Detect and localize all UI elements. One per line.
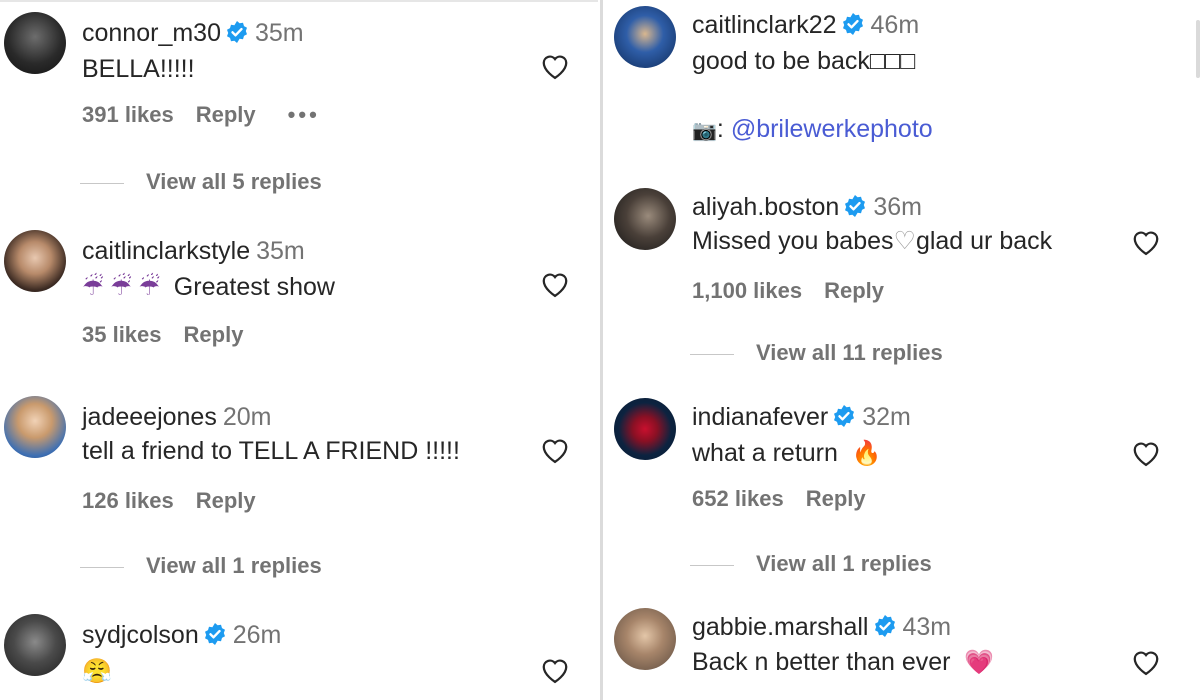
like-count[interactable]: 652 likes bbox=[692, 486, 784, 511]
view-replies-link[interactable]: View all 5 replies bbox=[80, 169, 322, 195]
verified-badge-icon bbox=[226, 21, 247, 43]
reply-button[interactable]: Reply bbox=[806, 486, 866, 511]
avatar[interactable] bbox=[4, 614, 66, 676]
avatar[interactable] bbox=[614, 188, 676, 250]
comment-header: indianafever 32m bbox=[692, 402, 911, 432]
username[interactable]: caitlinclark22 bbox=[692, 11, 837, 39]
reply-button[interactable]: Reply bbox=[196, 488, 256, 513]
timestamp: 35m bbox=[254, 19, 304, 47]
scrollbar[interactable] bbox=[1196, 20, 1200, 78]
timestamp: 32m bbox=[862, 403, 911, 431]
username[interactable]: aliyah.boston bbox=[692, 193, 839, 221]
like-count[interactable]: 1,100 likes bbox=[692, 278, 802, 303]
view-replies-label: View all 1 replies bbox=[756, 551, 932, 576]
comment-text: Missed you babes♡glad ur back bbox=[692, 226, 1052, 256]
comment-header: connor_m30 35m bbox=[82, 18, 304, 48]
username[interactable]: connor_m30 bbox=[82, 19, 221, 47]
comment-body: Greatest show bbox=[173, 273, 335, 301]
timestamp: 46m bbox=[870, 11, 920, 39]
comment-text: what a return 🔥 bbox=[692, 438, 882, 469]
column-divider bbox=[600, 0, 603, 700]
comment-text: good to be back□□□ bbox=[692, 47, 916, 75]
avatar[interactable] bbox=[4, 396, 66, 458]
comment-actions: 126 likes Reply bbox=[82, 488, 256, 514]
avatar[interactable] bbox=[614, 398, 676, 460]
comment-actions: 652 likes Reply bbox=[692, 486, 866, 512]
comment-text: Back n better than ever 💗 bbox=[692, 647, 994, 678]
comment-actions: 1,100 likes Reply bbox=[692, 278, 884, 304]
heart-outline-icon[interactable] bbox=[540, 52, 570, 80]
timestamp: 20m bbox=[222, 403, 272, 431]
heart-outline-icon[interactable] bbox=[540, 270, 570, 298]
verified-badge-icon bbox=[204, 623, 225, 645]
heart-outline-icon[interactable] bbox=[1131, 439, 1161, 467]
comment-body-a: Missed you babes bbox=[692, 227, 894, 255]
timestamp: 36m bbox=[873, 193, 922, 221]
timestamp: 43m bbox=[902, 613, 952, 641]
comment-body: what a return bbox=[692, 439, 838, 467]
view-replies-label: View all 11 replies bbox=[756, 340, 943, 365]
comment-body-b: glad ur back bbox=[915, 227, 1053, 255]
avatar[interactable] bbox=[614, 6, 676, 68]
comment-header: aliyah.boston 36m bbox=[692, 192, 922, 222]
comment-header: caitlinclark22 46m bbox=[692, 10, 919, 40]
comment-text: 😤 bbox=[82, 656, 112, 687]
comment-text: tell a friend to TELL A FRIEND !!!!! bbox=[82, 437, 460, 465]
verified-badge-icon bbox=[842, 13, 863, 35]
comment-header: gabbie.marshall 43m bbox=[692, 612, 951, 642]
view-replies-link[interactable]: View all 1 replies bbox=[690, 551, 932, 577]
reply-button[interactable]: Reply bbox=[184, 322, 244, 347]
view-replies-link[interactable]: View all 11 replies bbox=[690, 340, 943, 366]
comment-header: caitlinclarkstyle 35m bbox=[82, 236, 305, 266]
like-count[interactable]: 35 likes bbox=[82, 322, 162, 347]
verified-badge-icon bbox=[874, 615, 895, 637]
username[interactable]: caitlinclarkstyle bbox=[82, 237, 250, 265]
emoji: 😤 bbox=[82, 658, 112, 685]
view-replies-label: View all 1 replies bbox=[146, 553, 322, 578]
verified-badge-icon bbox=[834, 405, 855, 427]
comment-header: jadeeejones 20m bbox=[82, 402, 271, 432]
avatar[interactable] bbox=[4, 230, 66, 292]
verified-badge-icon bbox=[845, 195, 866, 217]
reply-button[interactable]: Reply bbox=[824, 278, 884, 303]
view-replies-label: View all 5 replies bbox=[146, 169, 322, 194]
timestamp: 35m bbox=[256, 237, 305, 265]
avatar[interactable] bbox=[4, 12, 66, 74]
replies-divider bbox=[80, 566, 124, 568]
umbrella-emoji: ☔ ☔ ☔ bbox=[82, 274, 160, 301]
comment-actions: 35 likes Reply bbox=[82, 322, 243, 348]
camera-icon: 📷 bbox=[692, 120, 717, 142]
white-heart-emoji: ♡ bbox=[893, 227, 916, 255]
heart-outline-icon[interactable] bbox=[1131, 228, 1161, 256]
comment-text: BELLA!!!!! bbox=[82, 55, 195, 83]
replies-divider bbox=[690, 353, 734, 355]
comment-body: Back n better than ever bbox=[692, 648, 951, 676]
comment-actions: 391 likes Reply ••• bbox=[82, 102, 320, 128]
view-replies-link[interactable]: View all 1 replies bbox=[80, 553, 322, 579]
more-options-button[interactable]: ••• bbox=[288, 102, 320, 127]
reply-button[interactable]: Reply bbox=[196, 102, 256, 127]
credit-colon: : bbox=[716, 115, 724, 143]
heart-outline-icon[interactable] bbox=[540, 436, 570, 464]
photo-credit: 📷: @brilewerkephoto bbox=[692, 114, 933, 146]
replies-divider bbox=[690, 564, 734, 566]
replies-divider bbox=[80, 182, 124, 184]
heart-outline-icon[interactable] bbox=[540, 656, 570, 684]
mention-link[interactable]: @brilewerkephoto bbox=[731, 115, 933, 143]
like-count[interactable]: 126 likes bbox=[82, 488, 174, 513]
timestamp: 26m bbox=[232, 621, 282, 649]
comment-text: ☔ ☔ ☔ Greatest show bbox=[82, 272, 335, 303]
username[interactable]: indianafever bbox=[692, 403, 828, 431]
like-count[interactable]: 391 likes bbox=[82, 102, 174, 127]
top-border bbox=[0, 0, 598, 2]
comment-header: sydjcolson 26m bbox=[82, 620, 281, 650]
avatar[interactable] bbox=[614, 608, 676, 670]
username[interactable]: jadeeejones bbox=[82, 403, 217, 431]
username[interactable]: gabbie.marshall bbox=[692, 613, 869, 641]
heart-outline-icon[interactable] bbox=[1131, 648, 1161, 676]
fire-emoji: 🔥 bbox=[851, 440, 882, 467]
username[interactable]: sydjcolson bbox=[82, 621, 199, 649]
heart-emoji: 💗 bbox=[964, 649, 995, 676]
